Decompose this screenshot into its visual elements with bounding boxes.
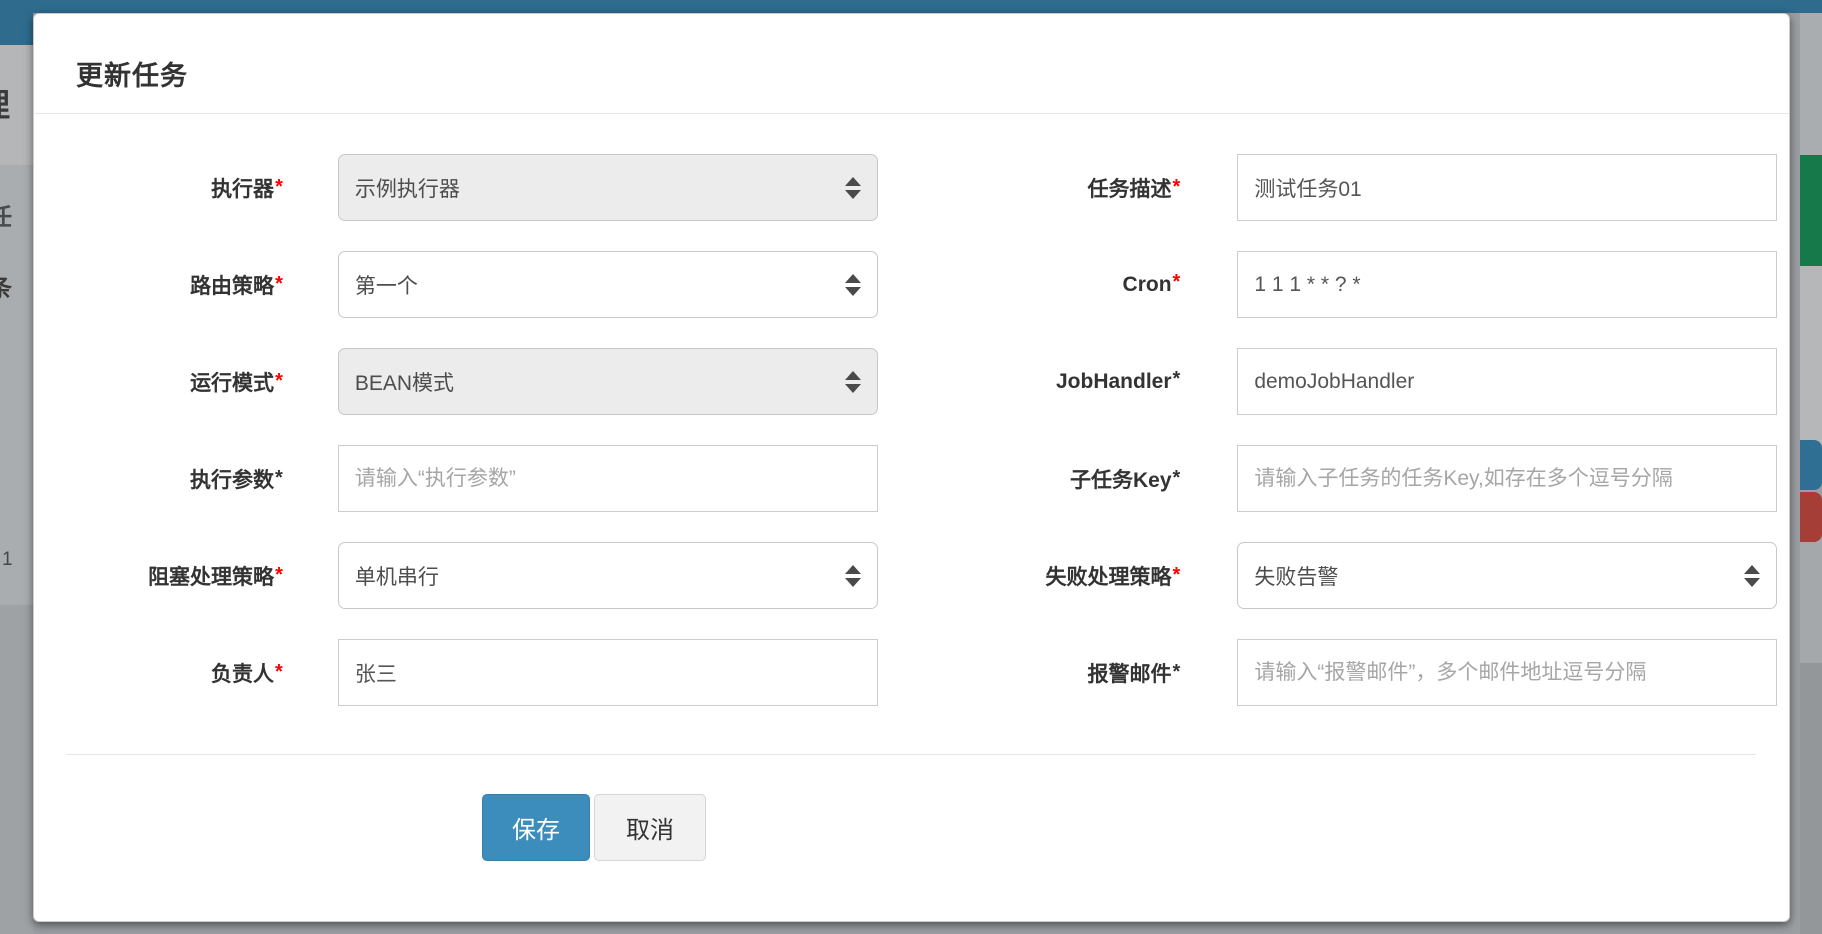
route-strategy-label: 路由策略* bbox=[46, 270, 283, 300]
required-asterisk: * bbox=[275, 564, 283, 586]
form-row: 执行器* 示例执行器 任务描述* bbox=[46, 154, 1777, 221]
select-arrows-icon bbox=[845, 177, 861, 199]
form-row: 路由策略* 第一个 Cron* bbox=[46, 251, 1777, 318]
fail-strategy-label: 失败处理策略* bbox=[878, 561, 1181, 591]
background-text-fragment: 条 bbox=[0, 268, 12, 303]
route-strategy-select[interactable]: 第一个 bbox=[338, 251, 878, 318]
required-asterisk: * bbox=[275, 467, 283, 489]
cron-label: Cron* bbox=[878, 273, 1181, 297]
modal-header: 更新任务 bbox=[34, 14, 1789, 114]
cancel-button[interactable]: 取消 bbox=[594, 794, 706, 861]
background-text-fragment: 任 bbox=[0, 197, 12, 232]
executor-label: 执行器* bbox=[46, 173, 283, 203]
fail-strategy-select[interactable]: 失败告警 bbox=[1237, 542, 1777, 609]
background-right-sliver bbox=[1800, 13, 1822, 934]
modal-footer: 保存 取消 bbox=[34, 754, 1789, 861]
glue-type-select[interactable]: BEAN模式 bbox=[338, 348, 878, 415]
block-strategy-select-value: 单机串行 bbox=[339, 561, 877, 591]
select-arrows-icon bbox=[1744, 565, 1760, 587]
author-label: 负责人* bbox=[46, 658, 283, 688]
glue-type-label: 运行模式* bbox=[46, 367, 283, 397]
form-row: 执行参数* 子任务Key* bbox=[46, 445, 1777, 512]
modal-title: 更新任务 bbox=[76, 54, 188, 93]
background-red-button-sliver bbox=[1800, 492, 1822, 542]
job-handler-label: JobHandler* bbox=[878, 370, 1181, 394]
background-navbar bbox=[0, 0, 1822, 13]
fail-strategy-select-value: 失败告警 bbox=[1238, 561, 1776, 591]
author-input[interactable] bbox=[338, 639, 878, 706]
executor-select-value: 示例执行器 bbox=[339, 173, 877, 203]
alarm-email-label: 报警邮件* bbox=[878, 658, 1181, 688]
update-task-modal: 更新任务 执行器* 示例执行器 任务描述* 路由策略* 第一个 Cron* 运行… bbox=[33, 13, 1790, 922]
form-row: 阻塞处理策略* 单机串行 失败处理策略* 失败告警 bbox=[46, 542, 1777, 609]
required-asterisk: * bbox=[1173, 271, 1181, 293]
required-asterisk: * bbox=[275, 176, 283, 198]
cron-input[interactable] bbox=[1237, 251, 1777, 318]
job-desc-label: 任务描述* bbox=[878, 173, 1181, 203]
executor-select[interactable]: 示例执行器 bbox=[338, 154, 878, 221]
background-text-fragment: 1 bbox=[2, 549, 13, 571]
job-desc-input[interactable] bbox=[1237, 154, 1777, 221]
child-jobkey-input[interactable] bbox=[1237, 445, 1777, 512]
required-asterisk: * bbox=[1173, 176, 1181, 198]
child-jobkey-label: 子任务Key* bbox=[878, 464, 1181, 494]
form-row: 负责人* 报警邮件* bbox=[46, 639, 1777, 706]
glue-type-select-value: BEAN模式 bbox=[339, 367, 877, 397]
alarm-email-input[interactable] bbox=[1237, 639, 1777, 706]
background-text-fragment: 理 bbox=[0, 80, 10, 126]
background-navbar-left bbox=[0, 13, 33, 45]
form-row: 运行模式* BEAN模式 JobHandler* bbox=[46, 348, 1777, 415]
select-arrows-icon bbox=[845, 371, 861, 393]
required-asterisk: * bbox=[275, 273, 283, 295]
route-strategy-select-value: 第一个 bbox=[339, 270, 877, 300]
executor-param-label: 执行参数* bbox=[46, 464, 283, 494]
background-green-block bbox=[1800, 155, 1822, 266]
save-button[interactable]: 保存 bbox=[482, 794, 590, 861]
required-asterisk: * bbox=[1173, 467, 1181, 489]
job-handler-input[interactable] bbox=[1237, 348, 1777, 415]
modal-body: 执行器* 示例执行器 任务描述* 路由策略* 第一个 Cron* 运行模式* B… bbox=[34, 114, 1789, 706]
executor-param-input[interactable] bbox=[338, 445, 878, 512]
background-blue-button-sliver bbox=[1800, 440, 1822, 490]
required-asterisk: * bbox=[275, 661, 283, 683]
required-asterisk: * bbox=[1173, 661, 1181, 683]
select-arrows-icon bbox=[845, 565, 861, 587]
block-strategy-select[interactable]: 单机串行 bbox=[338, 542, 878, 609]
required-asterisk: * bbox=[1173, 564, 1181, 586]
block-strategy-label: 阻塞处理策略* bbox=[46, 561, 283, 591]
background-left-sliver: 理 任 条 1 bbox=[0, 13, 33, 934]
select-arrows-icon bbox=[845, 274, 861, 296]
required-asterisk: * bbox=[275, 370, 283, 392]
required-asterisk: * bbox=[1173, 368, 1181, 390]
